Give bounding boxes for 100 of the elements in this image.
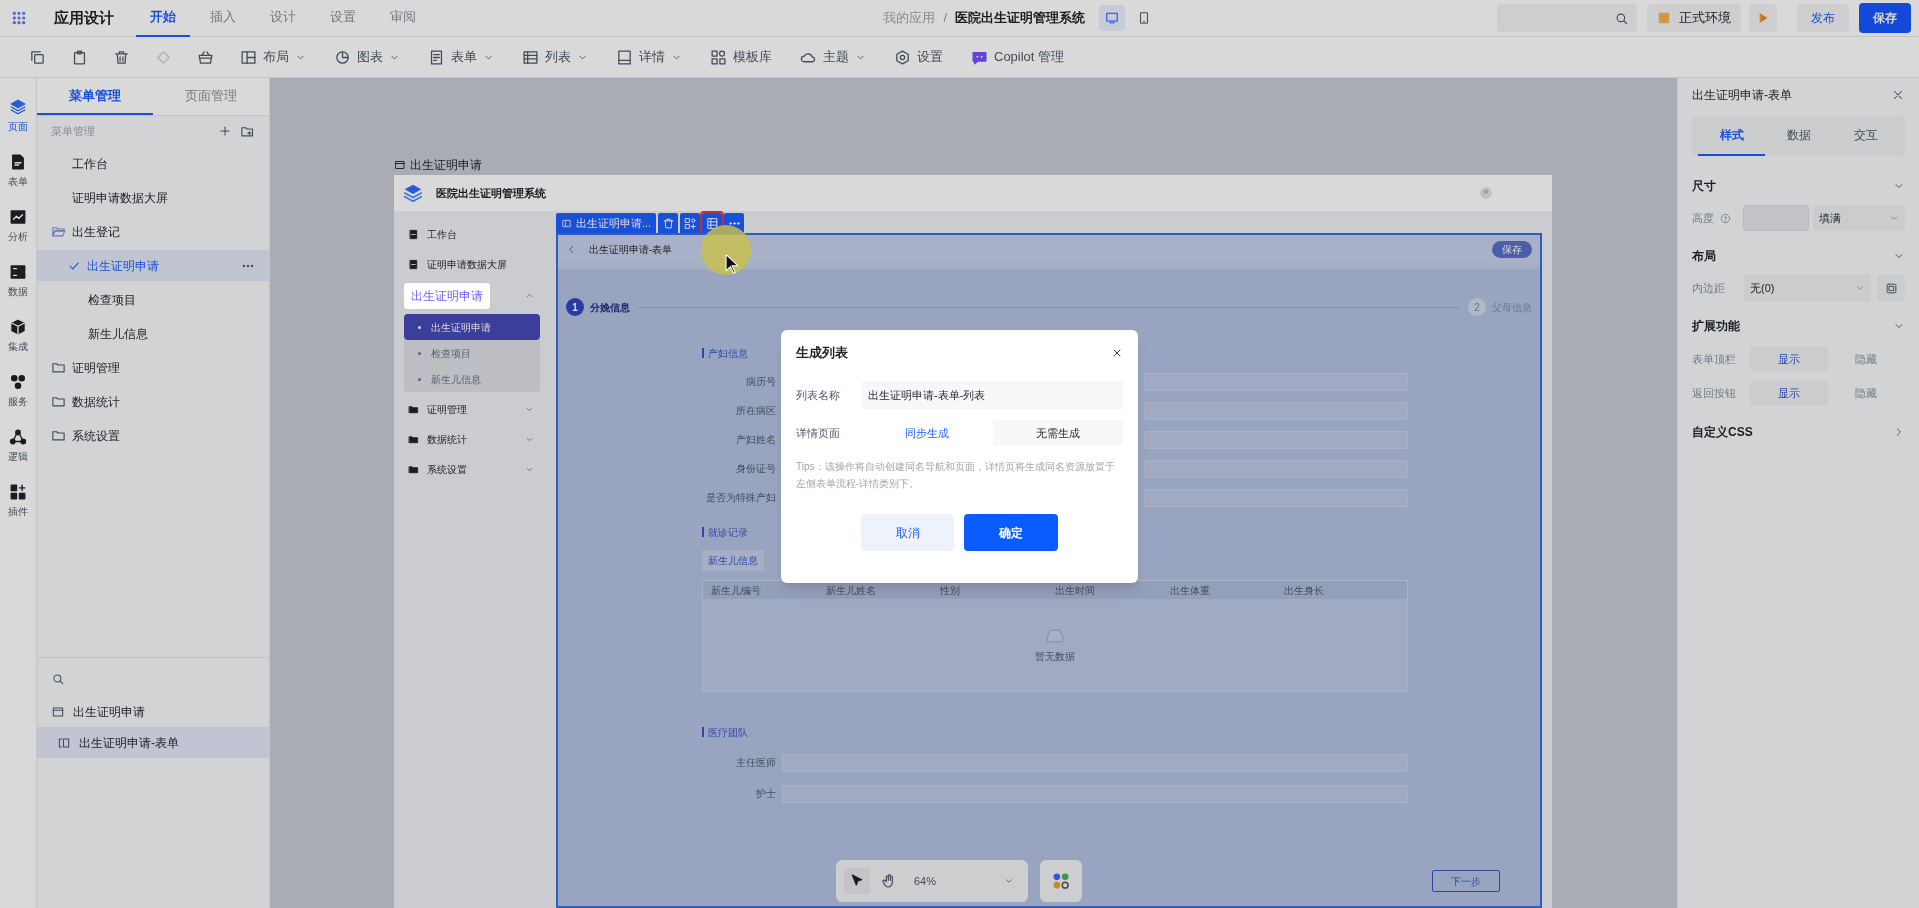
chart-button[interactable]: 图表	[326, 42, 408, 72]
settings-button[interactable]: 设置	[886, 42, 951, 72]
input-field[interactable]	[1743, 205, 1809, 231]
select-field[interactable]: 填满	[1813, 205, 1905, 231]
caret-icon	[1889, 213, 1899, 223]
record-tab[interactable]: 新生儿信息	[702, 549, 764, 571]
section-header[interactable]: 布局	[1692, 240, 1905, 272]
save-button[interactable]: 保存	[1859, 3, 1911, 33]
add-icon[interactable]	[218, 124, 232, 138]
nav-sub-item[interactable]: 新生儿信息	[404, 366, 540, 392]
breadcrumb-separator: /	[943, 9, 947, 28]
nav-item[interactable]: 证明申请数据大屏	[404, 251, 544, 277]
nav-sub-item[interactable]: 检查项目	[404, 340, 540, 366]
document-icon	[408, 258, 419, 270]
pointer-tool-button[interactable]	[844, 868, 870, 894]
nav-sub-item[interactable]: 出生证明申请	[404, 314, 540, 340]
segment-option[interactable]: 显示	[1750, 380, 1828, 406]
menu-item[interactable]: 证明申请数据大屏	[37, 182, 269, 213]
pointer-icon	[849, 873, 865, 889]
breadcrumb-item[interactable]: 医院出生证明管理系统	[955, 8, 1085, 28]
select-field[interactable]: 无(0)	[1744, 274, 1871, 302]
layout-button[interactable]: 布局	[232, 42, 314, 72]
column-header: 新生儿姓名	[825, 583, 877, 598]
layout-icon	[240, 48, 257, 66]
rail-item[interactable]: 数据	[8, 263, 28, 299]
detail-button[interactable]: 详情	[608, 42, 690, 72]
nav-group-label[interactable]: 出生证明申请	[404, 282, 490, 309]
field-label: 身份证号	[735, 462, 777, 476]
nav-item[interactable]: 证明管理	[404, 396, 544, 422]
nav-item[interactable]: 工作台	[404, 221, 544, 247]
run-button[interactable]	[1749, 4, 1777, 32]
section-header[interactable]: 自定义CSS	[1692, 416, 1905, 448]
trash-icon	[112, 48, 130, 66]
nav-item[interactable]: 系统设置	[404, 456, 544, 482]
menu-item[interactable]: 证明管理	[37, 352, 269, 383]
menu-item[interactable]: 出生证明申请	[37, 250, 269, 281]
menu-item[interactable]: 工作台	[37, 148, 269, 179]
form-save-button[interactable]: 保存	[1492, 240, 1532, 258]
folder-icon	[408, 403, 419, 415]
publish-button[interactable]: 发布	[1797, 4, 1849, 32]
component-action-button[interactable]	[680, 213, 701, 233]
line-chart-icon	[9, 208, 27, 226]
rail-item[interactable]: 表单	[8, 153, 28, 189]
section-header[interactable]: 扩展功能	[1692, 310, 1905, 342]
menu-item[interactable]: 检查项目	[37, 284, 269, 315]
zoom-select[interactable]: 64%	[908, 867, 1020, 895]
eraser-icon	[154, 48, 172, 66]
padding-button[interactable]	[1877, 274, 1905, 302]
segment-option[interactable]: 显示	[1750, 346, 1828, 372]
menu-item[interactable]: 系统设置	[37, 420, 269, 451]
page-icon	[51, 704, 65, 719]
environment-button[interactable]: 正式环境	[1647, 4, 1741, 32]
form-button[interactable]: 表单	[420, 42, 502, 72]
menu-item[interactable]: 出生登记	[37, 216, 269, 247]
list-name-input[interactable]: 出生证明申请-表单-列表	[862, 381, 1123, 409]
close-icon[interactable]	[1111, 347, 1123, 359]
menu-item[interactable]: 数据统计	[37, 386, 269, 417]
rail-item[interactable]: 分析	[8, 208, 28, 244]
component-action-button[interactable]	[658, 213, 679, 233]
search-field[interactable]	[1497, 4, 1637, 32]
nav-group[interactable]: 出生证明申请	[404, 281, 544, 310]
component-tree-item[interactable]: 出生证明申请-表单	[37, 727, 269, 758]
menu-item[interactable]: 新生儿信息	[37, 318, 269, 349]
desktop-icon	[1105, 11, 1119, 25]
apps-icon	[1051, 871, 1071, 891]
field-label: 详情页面	[796, 425, 841, 441]
folder-icon	[408, 433, 419, 445]
property-tab[interactable]: 数据	[1765, 116, 1832, 156]
folder-icon	[51, 428, 66, 443]
list-button[interactable]: 列表	[514, 42, 596, 72]
segment-option[interactable]: 同步生成	[862, 420, 993, 446]
panel-tab[interactable]: 菜单管理	[37, 78, 153, 115]
rail-item[interactable]: 逻辑	[8, 428, 28, 464]
component-label[interactable]: 出生证明申请...	[556, 213, 657, 233]
list-icon	[522, 48, 539, 66]
confirm-button[interactable]: 确定	[964, 514, 1058, 551]
app-grid-icon[interactable]	[10, 10, 27, 26]
segment-option[interactable]: 无需生成	[992, 420, 1123, 446]
rail-item[interactable]: 页面	[8, 98, 28, 134]
property-tab[interactable]: 样式	[1698, 116, 1765, 156]
component-tree-item[interactable]: 出生证明申请	[37, 696, 269, 727]
desktop-mode-button[interactable]	[1099, 5, 1125, 31]
step: 1 分娩信息	[566, 298, 630, 316]
nav-item[interactable]: 数据统计	[404, 426, 544, 452]
theme-button[interactable]: 主题	[792, 42, 874, 72]
document-icon	[408, 228, 419, 240]
rail-item[interactable]: 集成	[8, 318, 28, 354]
rail-item[interactable]: 插件	[8, 483, 28, 519]
field-label: 列表名称	[796, 387, 841, 403]
section-header[interactable]: 尺寸	[1692, 170, 1905, 202]
apps-button[interactable]	[1040, 860, 1082, 902]
property-tab[interactable]: 交互	[1832, 116, 1899, 156]
template-button[interactable]: 模板库	[702, 42, 780, 72]
form-icon	[561, 217, 572, 229]
cancel-button[interactable]: 取消	[861, 514, 954, 551]
rail-item[interactable]: 服务	[8, 373, 28, 409]
page-icon	[394, 159, 406, 171]
logo-icon	[402, 182, 424, 204]
document-icon	[9, 153, 27, 171]
copilot-button[interactable]: Copilot 管理	[963, 42, 1073, 72]
